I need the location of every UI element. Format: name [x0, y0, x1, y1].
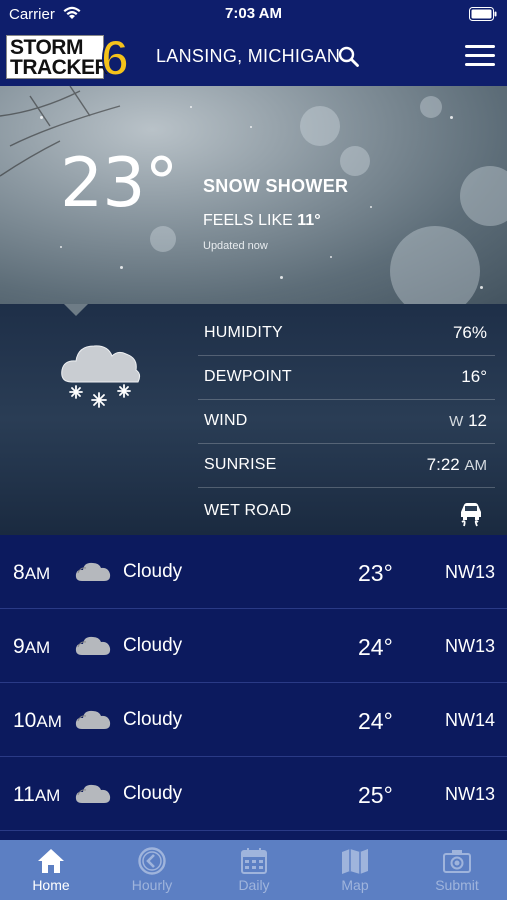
cloudy-icon — [75, 784, 111, 803]
bottom-tab-bar: Home Hourly Daily Map Submit — [0, 840, 507, 900]
hour-temperature: 24° — [358, 708, 393, 734]
detail-row-wind: WIND W 12 — [198, 400, 495, 444]
humidity-label: HUMIDITY — [204, 324, 283, 341]
hour-condition: Cloudy — [123, 783, 183, 804]
svg-text:6: 6 — [101, 31, 129, 81]
sunrise-value: 7:22 AM — [427, 455, 487, 475]
tab-map[interactable]: Map — [304, 840, 406, 900]
logo-six-icon: 6 — [100, 31, 130, 81]
tab-daily-label: Daily — [238, 877, 270, 893]
slippery-road-icon — [461, 503, 481, 527]
current-condition: SNOW SHOWER — [203, 176, 349, 196]
cloudy-icon — [75, 636, 111, 655]
logo-text-top: STORM — [10, 36, 83, 59]
wind-value: W 12 — [449, 411, 487, 431]
search-icon[interactable] — [338, 46, 360, 68]
hour-condition: Cloudy — [123, 561, 183, 582]
status-time: 7:03 AM — [225, 5, 282, 22]
detail-row-wet-road: WET ROAD — [198, 488, 495, 534]
hour-time: 8AM — [13, 561, 51, 584]
storm-tracker-logo: STORM TRACKER 6 — [6, 31, 130, 81]
logo-box: STORM TRACKER — [6, 35, 110, 79]
sunrise-ampm: AM — [464, 457, 488, 474]
hour-time: 9AM — [13, 635, 51, 658]
cloudy-icon — [75, 710, 111, 729]
tab-hourly[interactable]: Hourly — [101, 840, 203, 900]
hourly-row[interactable]: 10AM Cloudy 24° NW14 — [0, 683, 507, 757]
updated-timestamp: Updated now — [203, 240, 268, 252]
camera-icon — [443, 850, 471, 873]
wind-label: WIND — [204, 412, 248, 429]
current-temperature: 23° — [60, 144, 179, 223]
tab-submit-label: Submit — [435, 877, 479, 893]
hour-condition: Cloudy — [123, 635, 183, 656]
hour-wind: NW13 — [444, 562, 495, 582]
wet-road-label: WET ROAD — [204, 502, 292, 519]
dewpoint-value: 16° — [461, 367, 487, 386]
home-icon — [38, 849, 64, 873]
hamburger-menu-icon[interactable] — [465, 45, 495, 69]
hour-time: 10AM — [13, 709, 62, 732]
hourly-row[interactable]: 11AM Cloudy 25° NW13 — [0, 757, 507, 831]
tab-hourly-label: Hourly — [131, 877, 173, 893]
hour-condition: Cloudy — [123, 709, 183, 730]
feels-like-value: 11° — [297, 212, 321, 229]
tab-daily[interactable]: Daily — [203, 840, 305, 900]
panel-pointer — [64, 304, 88, 316]
hour-wind: NW13 — [444, 636, 495, 656]
map-icon — [342, 849, 368, 874]
wind-speed: 12 — [468, 411, 487, 430]
tab-home[interactable]: Home — [0, 840, 102, 900]
status-bar: Carrier 7:03 AM — [0, 0, 507, 30]
sunrise-time: 7:22 — [426, 455, 460, 474]
calendar-icon — [241, 848, 267, 874]
tab-map-label: Map — [341, 877, 369, 893]
sunrise-label: SUNRISE — [204, 456, 277, 473]
detail-row-humidity: HUMIDITY 76% — [198, 312, 495, 356]
hourly-row[interactable]: 8AM Cloudy 23° NW13 — [0, 535, 507, 609]
hour-time: 11AM — [13, 783, 61, 806]
hour-wind: NW13 — [444, 784, 495, 804]
hour-temperature: 24° — [358, 634, 393, 660]
hourly-forecast-list: 8AM Cloudy 23° NW13 9AM Cloudy 24° NW13 … — [0, 535, 507, 840]
logo-text-bottom: TRACKER — [10, 56, 110, 79]
hour-temperature: 25° — [358, 782, 393, 808]
feels-like-label: FEELS LIKE — [203, 212, 293, 229]
tab-home-label: Home — [32, 877, 70, 893]
feels-like: FEELS LIKE 11° — [203, 212, 321, 230]
battery-icon — [469, 7, 497, 21]
hour-wind: NW14 — [444, 710, 495, 730]
clock-icon — [138, 847, 166, 875]
detail-row-sunrise: SUNRISE 7:22 AM — [198, 444, 495, 488]
conditions-details-panel: HUMIDITY 76% DEWPOINT 16° WIND W 12 SUNR… — [0, 304, 507, 535]
wind-direction: W — [449, 413, 464, 430]
detail-row-dewpoint: DEWPOINT 16° — [198, 356, 495, 400]
dewpoint-label: DEWPOINT — [204, 368, 292, 385]
current-conditions-hero: 23° SNOW SHOWER FEELS LIKE 11° Updated n… — [0, 86, 507, 304]
humidity-value: 76% — [452, 323, 487, 342]
tab-submit[interactable]: Submit — [406, 840, 507, 900]
snow-shower-icon — [61, 345, 141, 408]
location-label[interactable]: LANSING, MICHIGAN — [156, 46, 340, 67]
hourly-row[interactable]: 9AM Cloudy 24° NW13 — [0, 609, 507, 683]
cloudy-icon — [75, 562, 111, 581]
app-header: STORM TRACKER 6 LANSING, MICHIGAN — [0, 30, 507, 86]
hour-temperature: 23° — [358, 560, 393, 586]
